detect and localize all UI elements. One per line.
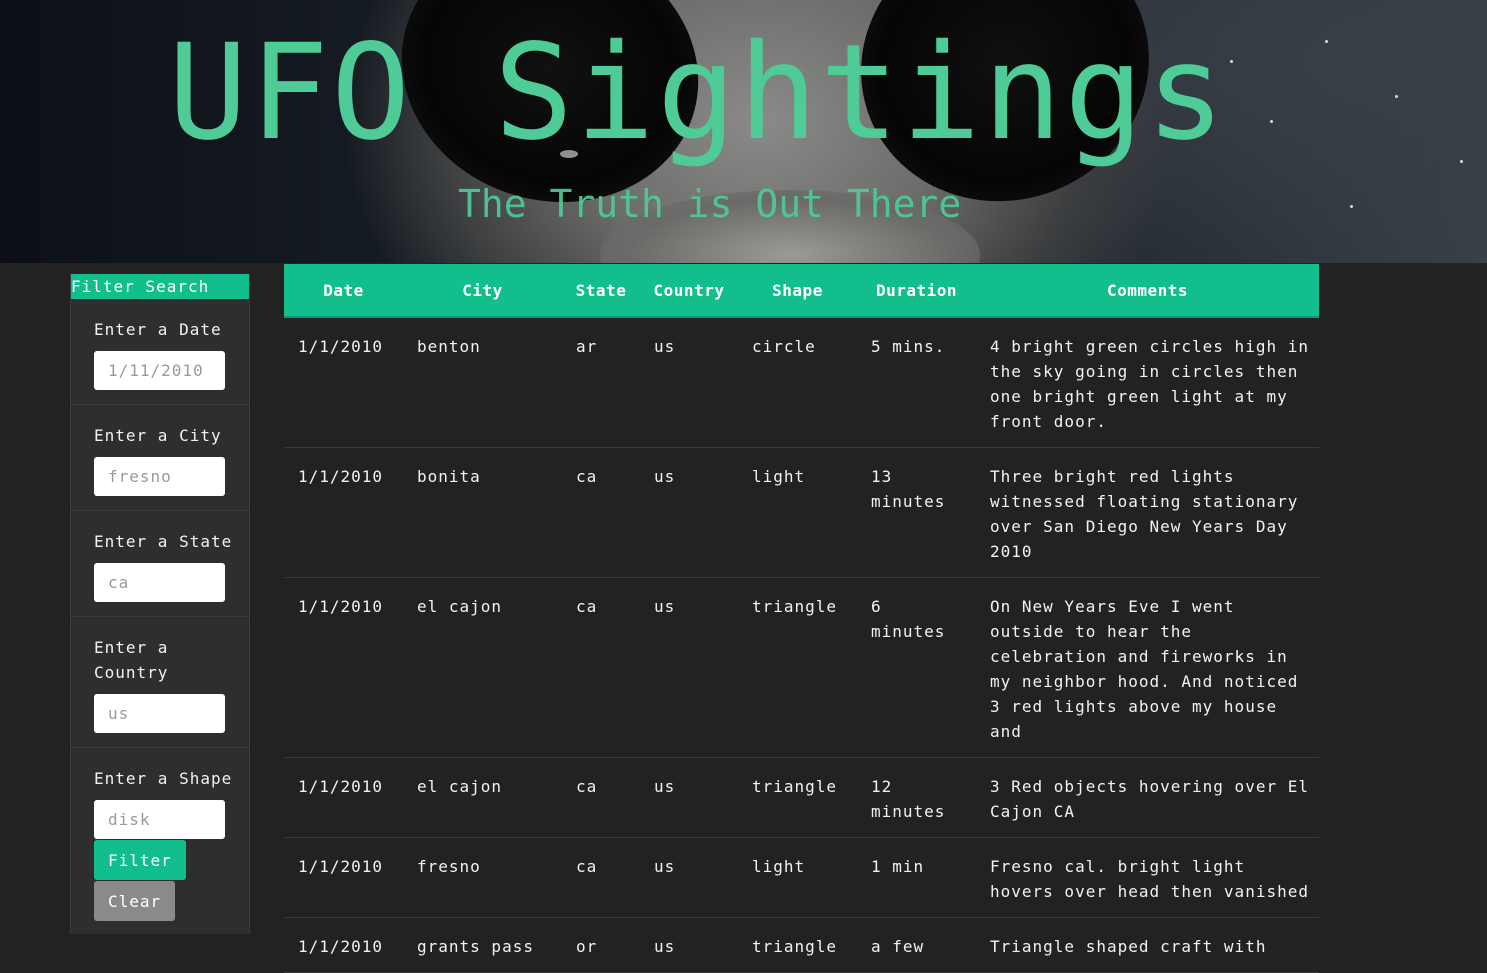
date-input[interactable]: [94, 351, 225, 390]
cell-city: bonita: [403, 447, 562, 578]
cell-shape: triangle: [738, 577, 857, 758]
cell-city: fresno: [403, 837, 562, 918]
cell-comments: 3 Red objects hovering over El Cajon CA: [976, 757, 1319, 838]
cell-date: 1/1/2010: [284, 837, 403, 918]
cell-state: ca: [562, 447, 640, 578]
sightings-table: Date City State Country Shape Duration C…: [284, 264, 1319, 973]
shape-filter-group: Enter a Shape Filter Clear: [71, 748, 249, 921]
state-filter-group: Enter a State: [71, 511, 249, 617]
cell-date: 1/1/2010: [284, 577, 403, 758]
table-header-row: Date City State Country Shape Duration C…: [284, 264, 1319, 318]
cell-comments: Triangle shaped craft with: [976, 917, 1319, 973]
city-filter-group: Enter a City: [71, 405, 249, 511]
cell-date: 1/1/2010: [284, 917, 403, 973]
page-subtitle: The Truth is Out There: [458, 182, 962, 226]
hero-banner: UFO Sightings The Truth is Out There: [0, 0, 1487, 263]
cell-comments: Fresno cal. bright light hovers over hea…: [976, 837, 1319, 918]
cell-date: 1/1/2010: [284, 317, 403, 448]
column-header-date: Date: [284, 264, 403, 318]
cell-date: 1/1/2010: [284, 447, 403, 578]
cell-state: ca: [562, 577, 640, 758]
column-header-country: Country: [640, 264, 738, 318]
country-filter-label: Enter a Country: [94, 638, 169, 682]
filter-button[interactable]: Filter: [94, 840, 186, 880]
sightings-table-container: Date City State Country Shape Duration C…: [284, 264, 1319, 973]
cell-state: ar: [562, 317, 640, 448]
cell-shape: light: [738, 447, 857, 578]
cell-city: el cajon: [403, 757, 562, 838]
date-filter-group: Enter a Date: [71, 299, 249, 405]
column-header-duration: Duration: [857, 264, 976, 318]
shape-input[interactable]: [94, 800, 225, 839]
filter-search-heading: Filter Search: [71, 274, 249, 299]
page-title: UFO Sightings: [168, 16, 1228, 170]
cell-shape: triangle: [738, 917, 857, 973]
table-row: 1/1/2010 bonita ca us light 13 minutes T…: [284, 447, 1319, 578]
cell-country: us: [640, 757, 738, 838]
table-row: 1/1/2010 el cajon ca us triangle 12 minu…: [284, 757, 1319, 838]
star: [1270, 120, 1273, 123]
cell-date: 1/1/2010: [284, 757, 403, 838]
cell-duration: 12 minutes: [857, 757, 976, 838]
cell-comments: Three bright red lights witnessed floati…: [976, 447, 1319, 578]
cell-comments: 4 bright green circles high in the sky g…: [976, 317, 1319, 448]
cell-shape: circle: [738, 317, 857, 448]
cell-comments: On New Years Eve I went outside to hear …: [976, 577, 1319, 758]
cell-country: us: [640, 317, 738, 448]
star: [1230, 60, 1233, 63]
star: [1350, 205, 1353, 208]
column-header-shape: Shape: [738, 264, 857, 318]
cell-duration: 6 minutes: [857, 577, 976, 758]
cell-duration: a few: [857, 917, 976, 973]
country-input[interactable]: [94, 694, 225, 733]
cell-state: ca: [562, 757, 640, 838]
city-filter-label: Enter a City: [94, 426, 222, 445]
star: [1395, 95, 1398, 98]
cell-state: ca: [562, 837, 640, 918]
date-filter-label: Enter a Date: [94, 320, 222, 339]
cell-state: or: [562, 917, 640, 973]
column-header-comments: Comments: [976, 264, 1319, 318]
cell-shape: triangle: [738, 757, 857, 838]
cell-shape: light: [738, 837, 857, 918]
star: [1460, 160, 1463, 163]
table-row: 1/1/2010 grants pass or us triangle a fe…: [284, 917, 1319, 973]
state-input[interactable]: [94, 563, 225, 602]
cell-city: benton: [403, 317, 562, 448]
cell-city: el cajon: [403, 577, 562, 758]
cell-duration: 5 mins.: [857, 317, 976, 448]
filter-sidebar: Filter Search Enter a Date Enter a City …: [70, 274, 250, 934]
country-filter-group: Enter a Country: [71, 617, 249, 748]
star: [1325, 40, 1328, 43]
city-input[interactable]: [94, 457, 225, 496]
state-filter-label: Enter a State: [94, 532, 233, 551]
cell-country: us: [640, 837, 738, 918]
shape-filter-label: Enter a Shape: [94, 769, 233, 788]
cell-city: grants pass: [403, 917, 562, 973]
cell-country: us: [640, 447, 738, 578]
cell-country: us: [640, 577, 738, 758]
table-row: 1/1/2010 fresno ca us light 1 min Fresno…: [284, 837, 1319, 918]
table-row: 1/1/2010 el cajon ca us triangle 6 minut…: [284, 577, 1319, 758]
table-row: 1/1/2010 benton ar us circle 5 mins. 4 b…: [284, 317, 1319, 448]
clear-button[interactable]: Clear: [94, 881, 176, 921]
cell-country: us: [640, 917, 738, 973]
cell-duration: 1 min: [857, 837, 976, 918]
column-header-city: City: [403, 264, 562, 318]
cell-duration: 13 minutes: [857, 447, 976, 578]
column-header-state: State: [562, 264, 640, 318]
